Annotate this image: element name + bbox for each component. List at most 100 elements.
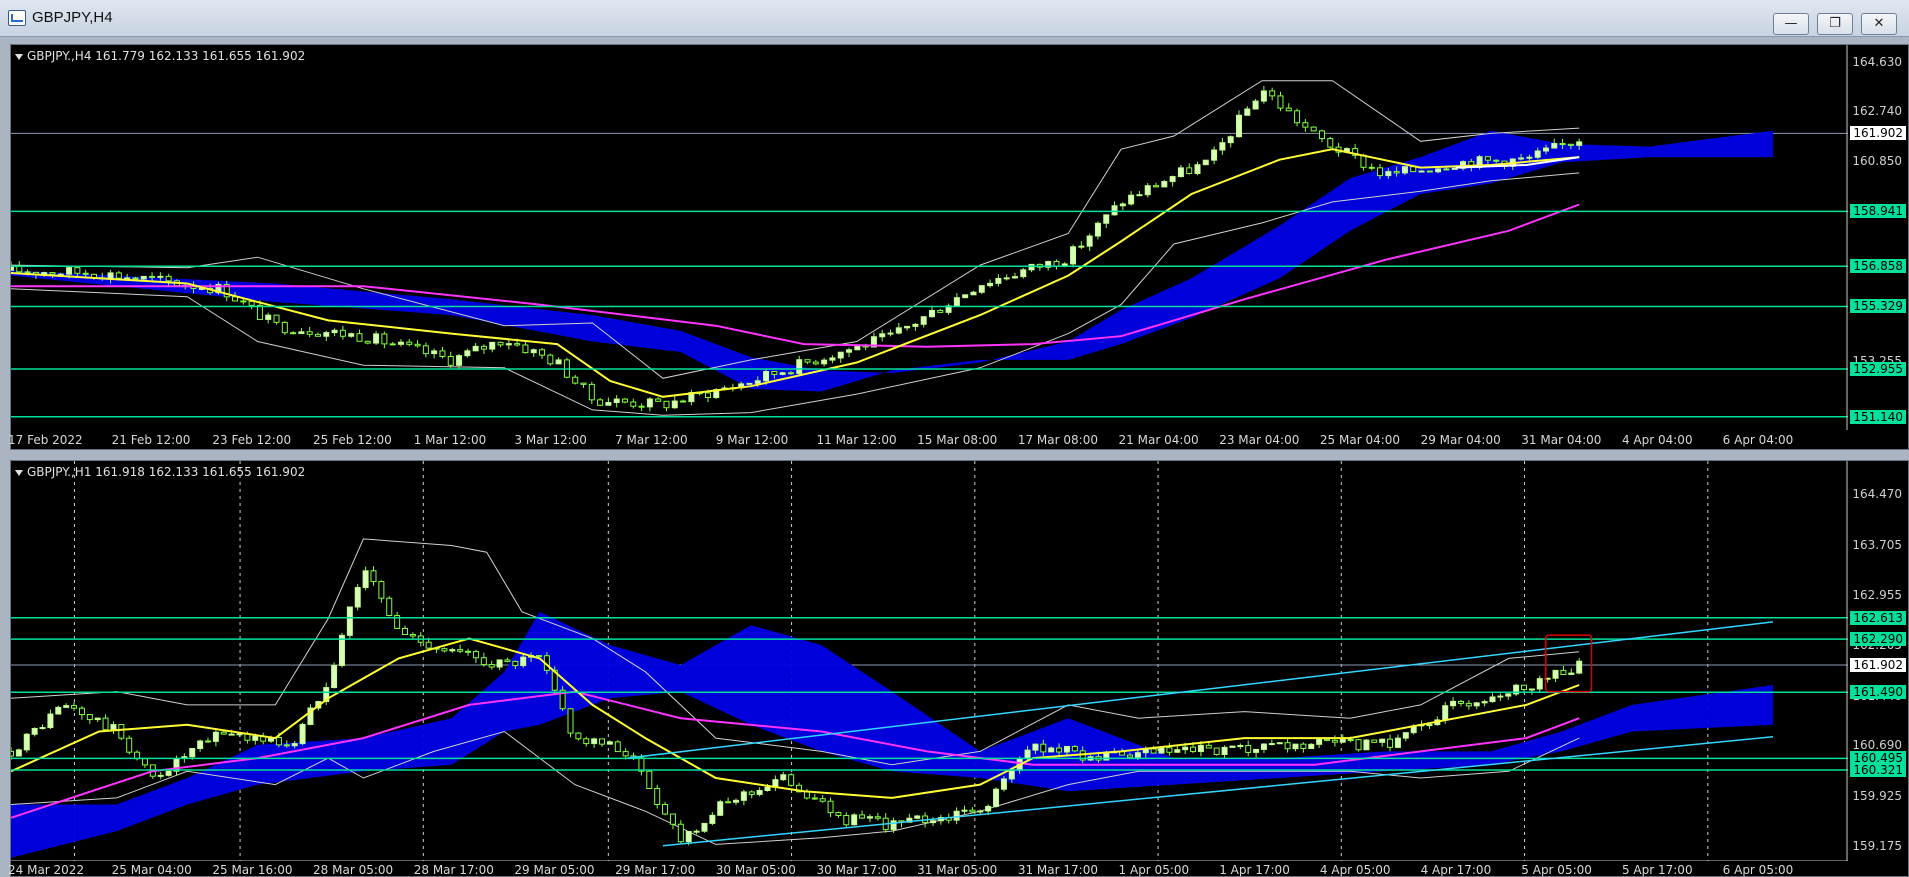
candle-body <box>756 789 763 795</box>
restore-icon: ❐ <box>1829 16 1841 31</box>
candle-body <box>1292 743 1299 750</box>
candle-body <box>583 738 590 745</box>
candle-body <box>874 816 881 819</box>
time-axis-label: 17 Feb 2022 <box>8 433 83 447</box>
candle-body <box>1182 746 1189 751</box>
candle-body <box>373 333 380 344</box>
candle-body <box>677 823 684 843</box>
candle <box>47 709 54 730</box>
candle-body <box>555 359 562 365</box>
candle-body <box>1053 260 1060 267</box>
candle-body <box>472 651 479 659</box>
candle <box>356 329 363 342</box>
candle-body <box>1302 122 1309 128</box>
candle <box>1078 241 1085 250</box>
candle-body <box>1260 743 1267 750</box>
collapse-triangle-icon[interactable] <box>15 469 23 476</box>
candle-body <box>1211 149 1218 161</box>
candle-body <box>39 727 46 730</box>
time-axis-label: 17 Mar 08:00 <box>1017 433 1098 447</box>
chart-h4-plot[interactable] <box>11 45 1848 430</box>
candle-body <box>252 735 259 741</box>
candle-body <box>1300 743 1307 749</box>
chart-h4-window[interactable]: GBPJPY.,H4 161.779 162.133 161.655 161.9… <box>8 44 1909 450</box>
candle <box>1219 137 1226 155</box>
candle-body <box>189 748 196 758</box>
chart-h4-price-scale[interactable]: 164.630 162.740 160.850 158.941 156.858 155.3… <box>1846 45 1908 449</box>
restore-button[interactable]: ❐ <box>1817 13 1853 35</box>
candle <box>1294 108 1301 127</box>
candle <box>406 338 413 347</box>
time-axis-label: 4 Apr 17:00 <box>1420 863 1492 877</box>
candle-body <box>520 656 527 667</box>
candle-body <box>854 345 861 351</box>
candle <box>874 812 881 821</box>
candle-body <box>780 774 787 781</box>
candle <box>23 733 30 753</box>
candle-body <box>1158 747 1165 754</box>
candle-body <box>953 297 960 307</box>
candle-body <box>1119 203 1126 207</box>
candle-body <box>1229 745 1236 748</box>
candle-body <box>66 267 73 275</box>
candle <box>1071 745 1078 753</box>
candle-body <box>389 343 396 346</box>
candle <box>1128 191 1135 206</box>
close-button[interactable]: ✕ <box>1861 13 1897 35</box>
candle-body <box>512 660 519 667</box>
candle <box>1331 735 1338 747</box>
chart-h1-price-scale[interactable]: 164.470163.705162.955162.205161.440160.6… <box>1846 461 1908 876</box>
candle <box>1576 658 1583 675</box>
candle-body <box>1169 176 1176 183</box>
candle-body <box>1252 100 1259 110</box>
minimize-button[interactable]: — <box>1773 13 1809 35</box>
ichimoku-cloud <box>11 130 1773 392</box>
candle-body <box>71 705 78 709</box>
candle <box>298 328 305 335</box>
level-price-tag: 161.490 <box>1850 685 1906 700</box>
chart-h1-window[interactable]: GBPJPY.,H1 161.918 162.133 161.655 161.9… <box>8 460 1909 877</box>
candle-body <box>1505 693 1512 697</box>
candle-body <box>671 400 678 409</box>
candle-body <box>1567 143 1574 146</box>
candle-body <box>281 321 288 334</box>
candle <box>646 769 653 790</box>
time-axis-label: 29 Mar 17:00 <box>615 863 696 877</box>
candle <box>1387 734 1394 752</box>
time-axis-label: 29 Mar 05:00 <box>514 863 595 877</box>
candle <box>1277 91 1284 112</box>
candle <box>1169 175 1176 187</box>
candle-body <box>1032 743 1039 751</box>
candle-body <box>1442 705 1449 721</box>
candle-body <box>1078 245 1085 248</box>
candle-body <box>1103 214 1110 224</box>
candle-body <box>1393 171 1400 174</box>
candle <box>837 351 844 363</box>
candle <box>389 341 396 346</box>
candle-body <box>1177 167 1184 178</box>
candle <box>339 325 346 340</box>
candle-body <box>1166 747 1173 753</box>
candle-body <box>846 349 853 353</box>
candle <box>1318 129 1325 143</box>
chart-splitter[interactable] <box>0 452 1909 458</box>
candle <box>746 382 753 385</box>
candle <box>663 400 670 412</box>
candle <box>937 309 944 313</box>
candle <box>591 737 598 748</box>
candle-body <box>1379 738 1386 743</box>
candle-body <box>441 648 448 652</box>
candle-body <box>567 708 574 734</box>
candle-body <box>1219 142 1226 151</box>
candle-body <box>102 717 109 731</box>
collapse-triangle-icon[interactable] <box>15 53 23 60</box>
candle-body <box>1401 166 1408 174</box>
candle-body <box>1003 277 1010 280</box>
candle <box>1237 743 1244 750</box>
chart-h1-plot[interactable] <box>11 461 1848 861</box>
candle <box>1327 136 1334 149</box>
candle <box>409 632 416 639</box>
candle-body <box>1111 205 1118 216</box>
candle <box>265 312 272 324</box>
candle-body <box>1528 688 1535 691</box>
